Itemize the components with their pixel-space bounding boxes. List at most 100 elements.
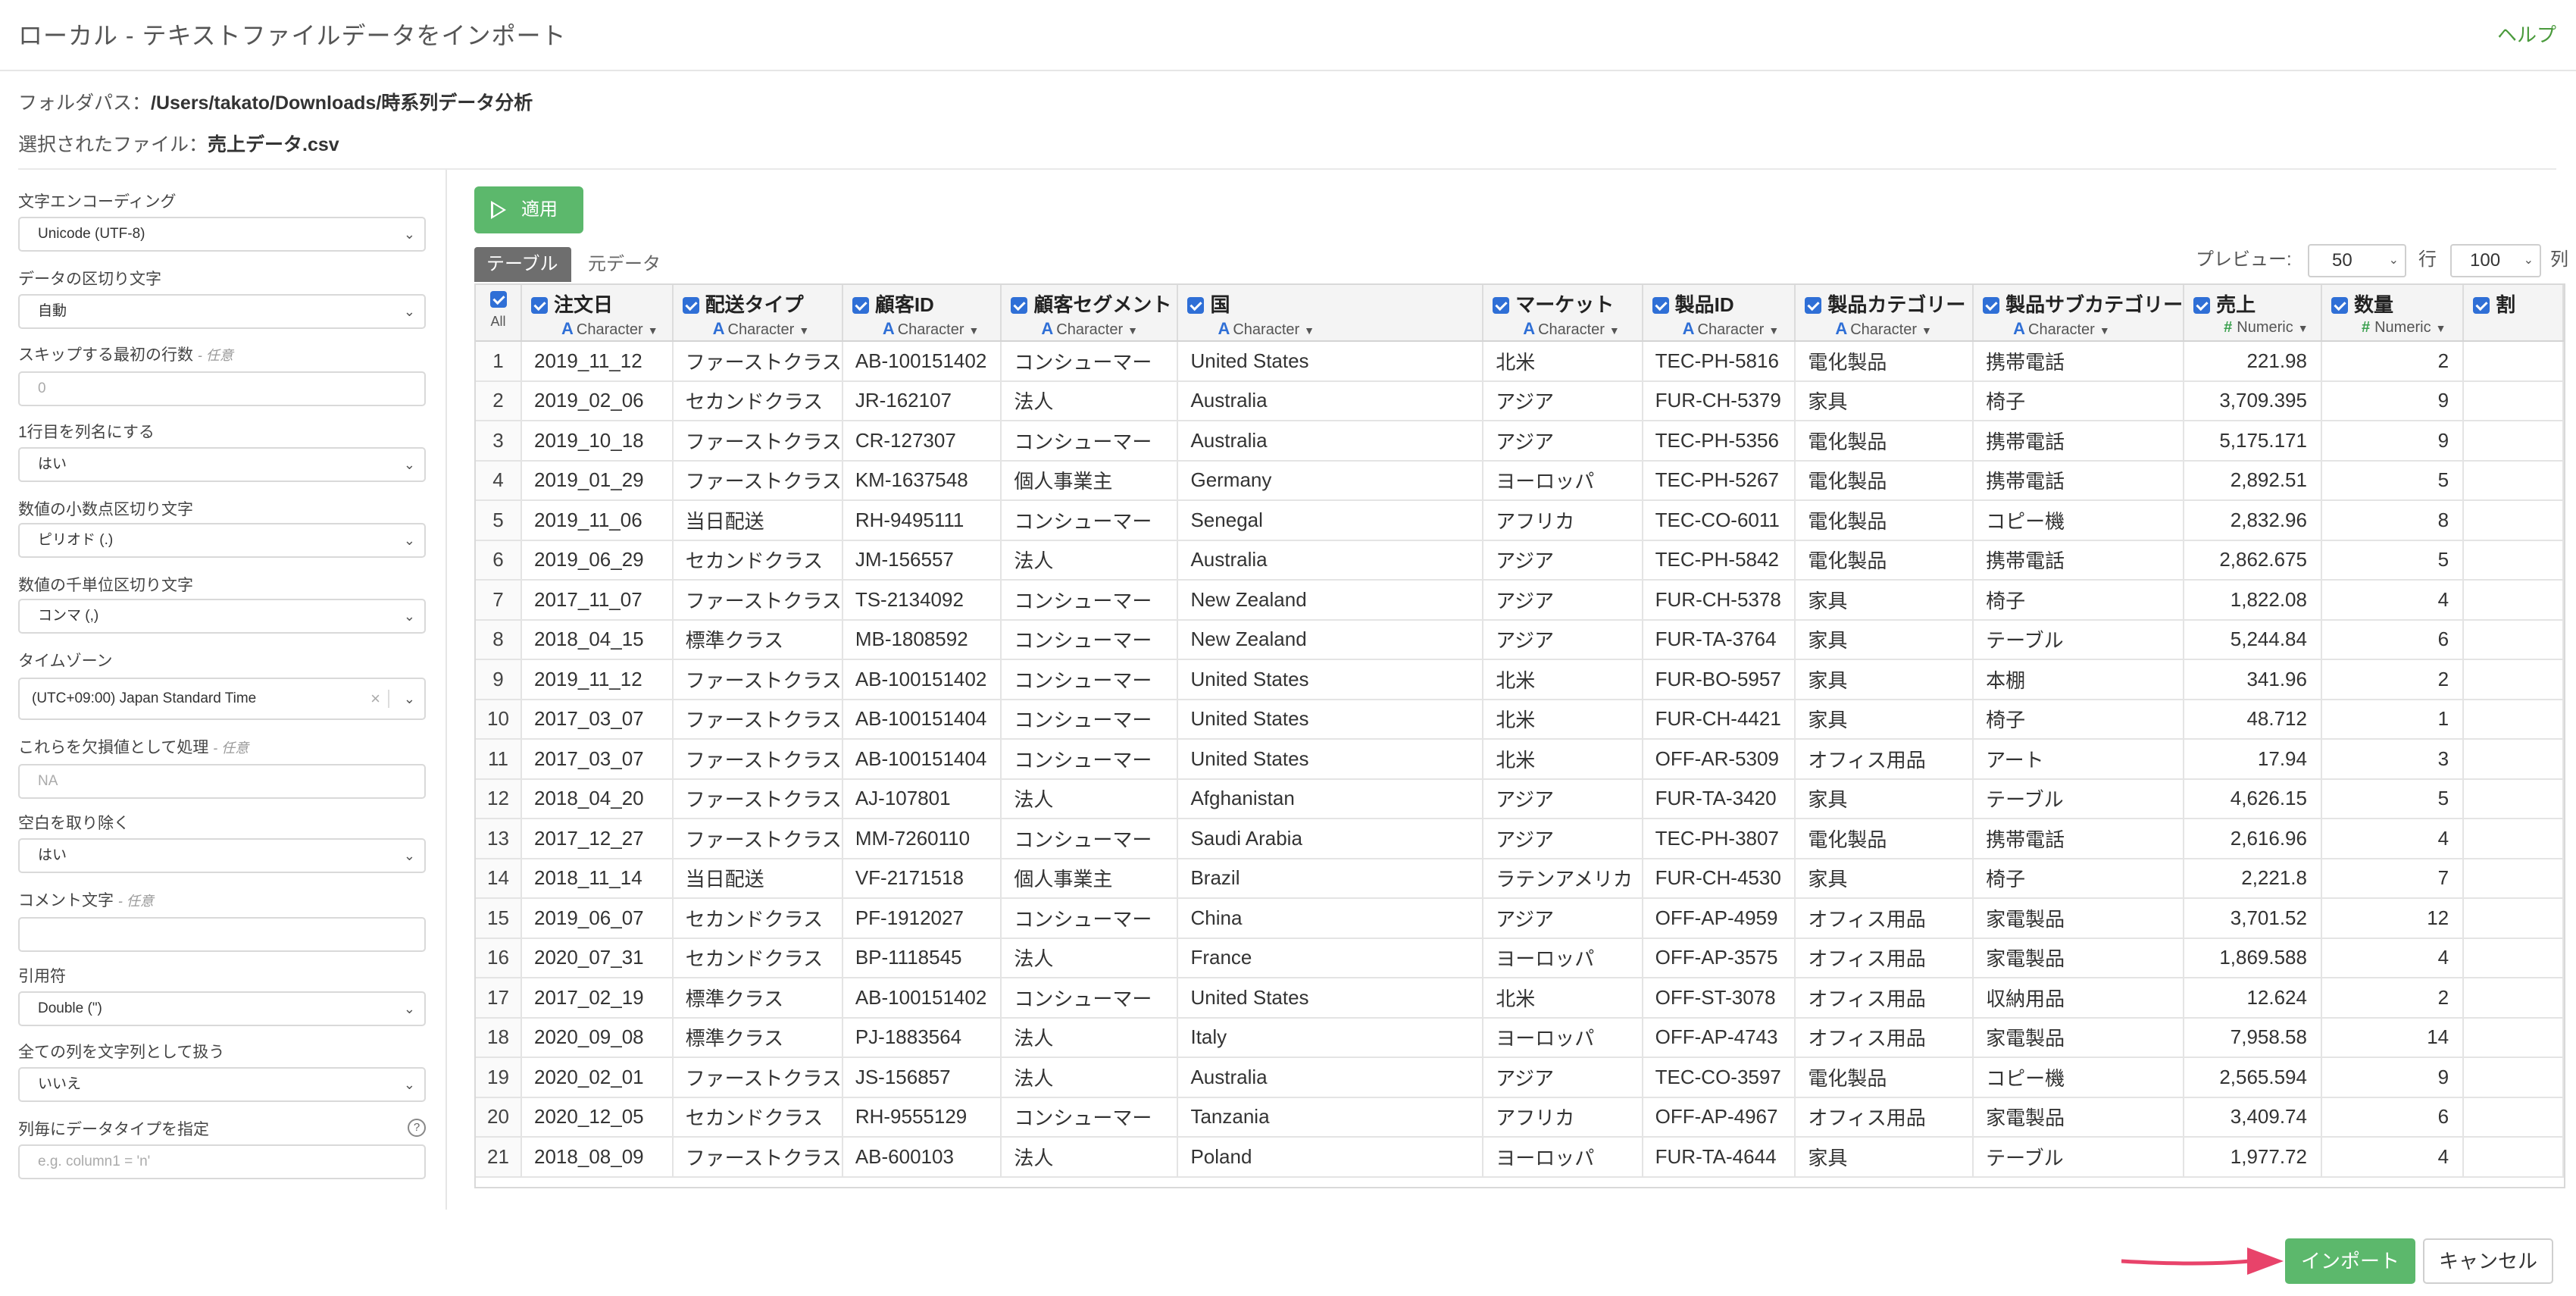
column-header[interactable]: 注文日 A Character ▼ <box>521 285 674 342</box>
column-type-dropdown[interactable]: A Character ▼ <box>683 319 842 339</box>
column-header[interactable]: 顧客セグメント A Character ▼ <box>1001 285 1179 342</box>
table-cell: China <box>1177 898 1484 939</box>
na-label: これらを欠損値として処理 - 任意 <box>18 735 249 758</box>
column-type-dropdown[interactable]: # Numeric ▼ <box>2193 319 2321 337</box>
column-checkbox[interactable] <box>2473 297 2490 314</box>
column-header[interactable]: 製品ID A Character ▼ <box>1642 285 1796 342</box>
table-cell: 2017_02_19 <box>521 978 674 1019</box>
table-cell: 法人 <box>1001 1017 1179 1058</box>
column-type-dropdown[interactable]: # Numeric ▼ <box>2331 319 2462 337</box>
column-checkbox[interactable] <box>1983 297 2000 314</box>
thousand-select[interactable]: コンマ (,) ⌄ <box>18 599 426 634</box>
column-checkbox[interactable] <box>1493 297 1510 314</box>
header-row-select[interactable]: はい ⌄ <box>18 447 426 482</box>
preview-label: プレビュー: <box>2196 249 2292 270</box>
header-row-value: はい <box>38 456 67 472</box>
question-icon[interactable]: ? <box>408 1119 426 1137</box>
tab-table[interactable]: テーブル <box>474 247 571 282</box>
comment-input[interactable] <box>18 917 426 952</box>
column-checkbox[interactable] <box>1011 297 1028 314</box>
column-name: 売上 <box>2193 290 2321 318</box>
na-input[interactable]: NA <box>18 764 426 799</box>
column-type-dropdown[interactable]: A Character ▼ <box>531 319 672 339</box>
column-checkbox[interactable] <box>852 297 869 314</box>
column-header[interactable]: 製品サブカテゴリー A Character ▼ <box>1973 285 2185 342</box>
table-cell: ヨーロッパ <box>1483 938 1643 978</box>
column-checkbox[interactable] <box>1805 297 1822 314</box>
column-header[interactable]: 割 <box>2463 285 2564 342</box>
table-cell: 7 <box>2321 858 2465 899</box>
table-cell: 341.96 <box>2184 659 2322 700</box>
preview-rows-select[interactable]: 50 ⌄ <box>2308 244 2406 277</box>
column-type-dropdown[interactable]: A Character ▼ <box>1011 319 1177 339</box>
table-cell: テーブル <box>1973 619 2185 660</box>
coltype-input[interactable]: e.g. column1 = 'n' <box>18 1144 426 1179</box>
import-button[interactable]: インポート <box>2285 1238 2415 1284</box>
column-checkbox[interactable] <box>2331 297 2348 314</box>
allchar-select[interactable]: いいえ ⌄ <box>18 1067 426 1102</box>
encoding-label: 文字エンコーディング <box>18 193 177 211</box>
tab-raw-data[interactable]: 元データ <box>576 247 673 282</box>
table-cell: 北米 <box>1483 659 1643 700</box>
table-cell: 7,958.58 <box>2184 1017 2322 1058</box>
help-link[interactable]: ヘルプ <box>2497 20 2556 48</box>
column-type-dropdown[interactable]: A Character ▼ <box>1187 319 1482 339</box>
table-cell: 2017_11_07 <box>521 580 674 621</box>
allchar-label: 全ての列を文字列として扱う <box>18 1044 225 1061</box>
column-type-dropdown[interactable]: A Character ▼ <box>1493 319 1641 339</box>
row-index: 12 <box>476 778 523 819</box>
table-cell: 当日配送 <box>672 500 843 541</box>
column-header[interactable]: 顧客ID A Character ▼ <box>842 285 1002 342</box>
column-header[interactable]: 国 A Character ▼ <box>1177 285 1484 342</box>
column-header[interactable]: 数量 # Numeric ▼ <box>2321 285 2465 342</box>
table-cell: MM-7260110 <box>842 819 1002 859</box>
column-header[interactable]: マーケット A Character ▼ <box>1483 285 1643 342</box>
select-all-cell[interactable]: All <box>476 285 523 342</box>
column-checkbox[interactable] <box>1187 297 1205 314</box>
column-checkbox[interactable] <box>1652 297 1669 314</box>
column-type-label: Character <box>897 321 964 338</box>
cancel-button[interactable]: キャンセル <box>2423 1238 2553 1284</box>
column-header[interactable]: 配送タイプ A Character ▼ <box>672 285 843 342</box>
column-name-text: 注文日 <box>554 293 614 316</box>
folder-path-label: フォルダパス： <box>18 92 152 114</box>
table-cell: TEC-PH-5816 <box>1642 341 1796 382</box>
table-cell: 携帯電話 <box>1973 460 2185 501</box>
column-type-dropdown[interactable]: A Character ▼ <box>1652 319 1795 339</box>
column-type-dropdown[interactable]: A Character ▼ <box>1983 319 2183 339</box>
column-checkbox[interactable] <box>531 297 549 314</box>
preview-grid: All 注文日 A Character ▼ 配送タイプ A Character ▼ 顧客ID A C… <box>476 285 2564 1178</box>
table-cell: 2019_06_07 <box>521 898 674 939</box>
select-all-checkbox[interactable] <box>489 291 507 308</box>
table-row: 13 2017_12_27 ファーストクラス MM-7260110 コンシューマー Sau… <box>476 819 2564 859</box>
encoding-select[interactable]: Unicode (UTF-8) ⌄ <box>18 217 426 252</box>
rows-unit-label: 行 <box>2418 249 2437 270</box>
column-name-text: 国 <box>1210 293 1230 316</box>
column-type-dropdown[interactable]: A Character ▼ <box>852 319 1001 339</box>
trim-select[interactable]: はい ⌄ <box>18 838 426 873</box>
column-checkbox[interactable] <box>2193 297 2211 314</box>
decimal-select[interactable]: ピリオド (.) ⌄ <box>18 523 426 558</box>
column-checkbox[interactable] <box>682 297 699 314</box>
quote-select[interactable]: Double (") ⌄ <box>18 991 426 1026</box>
column-type-dropdown[interactable]: A Character ▼ <box>1805 319 1972 339</box>
table-row: 2 2019_02_06 セカンドクラス JR-162107 法人 Australia アジ… <box>476 380 2564 421</box>
column-header[interactable]: 製品カテゴリー A Character ▼ <box>1795 285 1974 342</box>
preview-cols-select[interactable]: 100 ⌄ <box>2450 244 2541 277</box>
import-options-sidebar: 文字エンコーディング Unicode (UTF-8) ⌄ データの区切り文字 自動… <box>0 170 447 1210</box>
table-row: 18 2020_09_08 標準クラス PJ-1883564 法人 Italy ヨーロッパ O… <box>476 1017 2564 1058</box>
clear-icon[interactable]: × <box>370 679 380 718</box>
table-cell: アジア <box>1483 580 1643 621</box>
column-name: 数量 <box>2331 290 2462 318</box>
table-cell <box>2463 858 2564 899</box>
column-header[interactable]: 売上 # Numeric ▼ <box>2184 285 2322 342</box>
timezone-select[interactable]: (UTC+09:00) Japan Standard Time × ⌄ <box>18 678 426 720</box>
table-cell: ファーストクラス <box>672 460 843 501</box>
table-row: 7 2017_11_07 ファーストクラス TS-2134092 コンシューマー New … <box>476 580 2564 621</box>
skip-rows-input[interactable]: 0 <box>18 371 426 406</box>
table-row: 14 2018_11_14 当日配送 VF-2171518 個人事業主 Brazil ラテン… <box>476 858 2564 899</box>
chevron-down-icon: ⌄ <box>403 609 415 624</box>
delimiter-select[interactable]: 自動 ⌄ <box>18 294 426 329</box>
apply-button[interactable]: 適用 <box>474 186 583 233</box>
column-type-label: Numeric <box>2237 319 2293 336</box>
